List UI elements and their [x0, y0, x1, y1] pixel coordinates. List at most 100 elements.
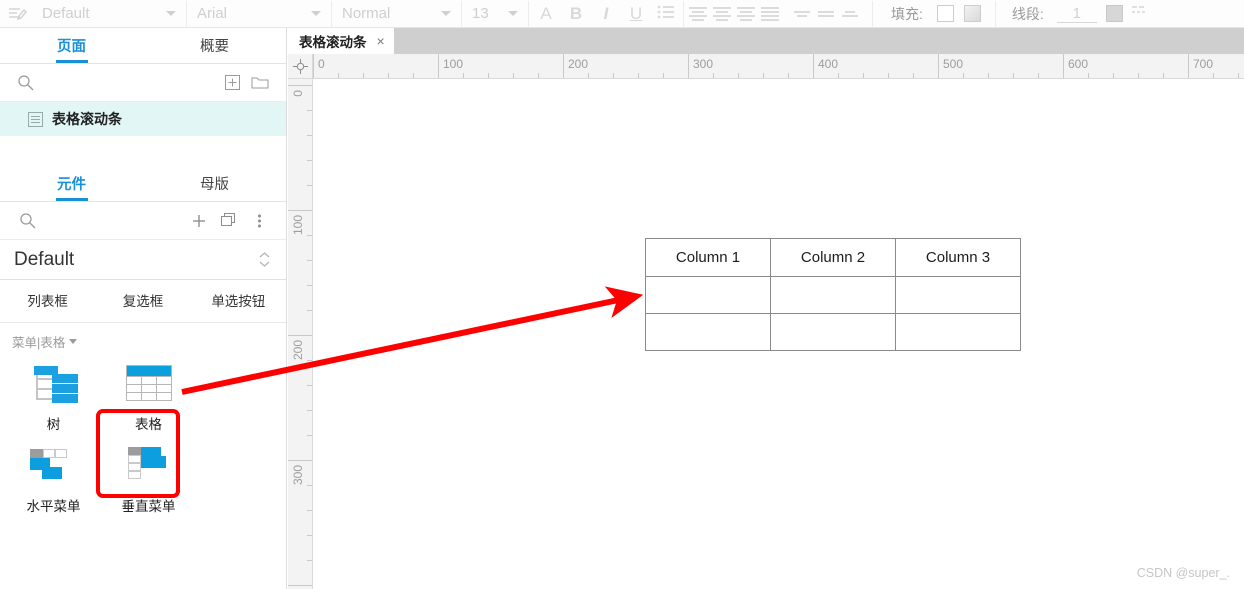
table-row — [645, 313, 1021, 351]
ruler-minor-tick — [463, 73, 464, 78]
widget-library-select[interactable]: Default — [0, 240, 286, 280]
spinner-icon[interactable] — [259, 252, 270, 267]
tab-widgets[interactable]: 元件 — [0, 166, 143, 201]
align-right-icon[interactable] — [734, 6, 758, 21]
font-style-value[interactable]: Normal — [342, 5, 390, 22]
document-tab[interactable]: 表格滚动条 × — [288, 28, 394, 54]
duplicate-icon[interactable] — [216, 208, 242, 234]
align-bottom-icon[interactable] — [838, 10, 862, 17]
search-icon[interactable] — [14, 208, 40, 234]
close-icon[interactable]: × — [377, 33, 385, 49]
chevron-down-icon[interactable] — [166, 11, 176, 16]
italic-button[interactable]: I — [591, 4, 621, 24]
align-left-icon[interactable] — [686, 6, 710, 21]
widget-checkbox-label[interactable]: 复选框 — [95, 290, 190, 310]
widget-horizontal-menu[interactable]: 水平菜单 — [6, 437, 101, 519]
ruler-minor-tick — [307, 435, 312, 436]
ruler-minor-tick — [307, 485, 312, 486]
ruler-minor-tick — [963, 73, 964, 78]
ruler-origin-icon[interactable] — [288, 54, 313, 79]
ruler-tick: 200 — [288, 335, 312, 360]
widget-tree-label: 树 — [46, 417, 61, 432]
ruler-minor-tick — [1113, 73, 1114, 78]
widget-library-value: Default — [14, 248, 75, 270]
font-color-button[interactable]: A — [531, 4, 561, 24]
chevron-down-icon[interactable] — [441, 11, 451, 16]
bullet-list-icon[interactable] — [651, 4, 681, 24]
ruler-minor-tick — [488, 73, 489, 78]
search-icon[interactable] — [14, 70, 37, 96]
ruler-minor-tick — [307, 285, 312, 286]
vertical-ruler[interactable]: 0 100 200 300 400 — [288, 79, 313, 589]
ruler-tick: 0 — [313, 54, 325, 78]
page-list-item[interactable]: 表格滚动条 — [0, 102, 286, 136]
fill-group: 填充: — [875, 0, 993, 28]
widget-radiobutton-label[interactable]: 单选按钮 — [191, 290, 286, 310]
tab-pages[interactable]: 页面 — [0, 28, 143, 63]
widget-tree[interactable]: 树 — [6, 355, 101, 437]
chevron-down-icon[interactable] — [508, 11, 518, 16]
style-value[interactable]: Default — [42, 5, 90, 22]
design-canvas[interactable]: Column 1 Column 2 Column 3 — [313, 79, 1244, 589]
table-widget-on-canvas[interactable]: Column 1 Column 2 Column 3 — [645, 238, 1021, 351]
widgets-tabs: 元件 母版 — [0, 166, 286, 202]
underline-button[interactable]: U — [621, 4, 651, 24]
tab-masters[interactable]: 母版 — [143, 166, 286, 201]
ruler-minor-tick — [307, 185, 312, 186]
line-color-swatch[interactable] — [1105, 5, 1123, 22]
tab-outline[interactable]: 概要 — [143, 28, 286, 63]
more-options-icon[interactable] — [246, 208, 272, 234]
ruler-minor-tick — [738, 73, 739, 78]
style-group: Default — [0, 0, 184, 28]
bold-button[interactable]: B — [561, 4, 591, 24]
table-cell[interactable] — [645, 313, 771, 351]
font-size-value[interactable]: 13 — [472, 5, 489, 22]
ruler-tick: 400 — [288, 585, 312, 586]
table-header-cell[interactable]: Column 2 — [770, 238, 896, 277]
tree-widget-icon — [28, 363, 80, 403]
ruler-minor-tick — [863, 73, 864, 78]
ruler-minor-tick — [307, 560, 312, 561]
widgets-toolbar — [0, 202, 286, 240]
table-cell[interactable] — [895, 276, 1021, 314]
ruler-minor-tick — [1038, 73, 1039, 78]
divider — [528, 0, 529, 27]
horizontal-ruler[interactable]: 0 100 200 300 400 500 600 700 — [313, 54, 1244, 79]
add-library-icon[interactable] — [186, 208, 212, 234]
align-middle-icon[interactable] — [814, 10, 838, 17]
pages-search-input[interactable] — [41, 75, 218, 90]
line-width-input[interactable]: 1 — [1056, 5, 1097, 23]
ruler-minor-tick — [538, 73, 539, 78]
widget-group-header[interactable]: 菜单|表格 — [0, 323, 286, 355]
table-header-cell[interactable]: Column 1 — [645, 238, 771, 277]
table-cell[interactable] — [770, 313, 896, 351]
add-page-icon[interactable] — [221, 70, 244, 96]
widget-listbox-label[interactable]: 列表框 — [0, 290, 95, 310]
ruler-minor-tick — [763, 73, 764, 78]
widget-vertical-menu[interactable]: 垂直菜单 — [101, 437, 196, 519]
align-top-icon[interactable] — [790, 10, 814, 17]
widget-grid: 树 表格 水平菜单 垂直菜单 — [0, 355, 286, 519]
widget-table-label: 表格 — [135, 417, 162, 432]
chevron-down-icon[interactable] — [311, 11, 321, 16]
ruler-tick: 600 — [1063, 54, 1088, 78]
ruler-minor-tick — [307, 360, 312, 361]
ruler-minor-tick — [638, 73, 639, 78]
fill-color-swatch[interactable] — [936, 5, 954, 22]
align-center-icon[interactable] — [710, 6, 734, 21]
line-label: 线段: — [1011, 5, 1044, 22]
table-cell[interactable] — [770, 276, 896, 314]
fill-gradient-swatch[interactable] — [963, 5, 981, 22]
edit-style-icon[interactable] — [0, 5, 34, 23]
new-folder-icon[interactable] — [249, 70, 272, 96]
ruler-minor-tick — [1138, 73, 1139, 78]
table-cell[interactable] — [645, 276, 771, 314]
line-style-icon[interactable] — [1131, 4, 1148, 23]
align-justify-icon[interactable] — [758, 6, 782, 21]
table-cell[interactable] — [895, 313, 1021, 351]
widget-vertical-menu-label: 垂直菜单 — [121, 499, 176, 514]
widget-table[interactable]: 表格 — [101, 355, 196, 437]
font-family-value[interactable]: Arial — [197, 5, 227, 22]
ruler-minor-tick — [363, 73, 364, 78]
table-header-cell[interactable]: Column 3 — [895, 238, 1021, 277]
